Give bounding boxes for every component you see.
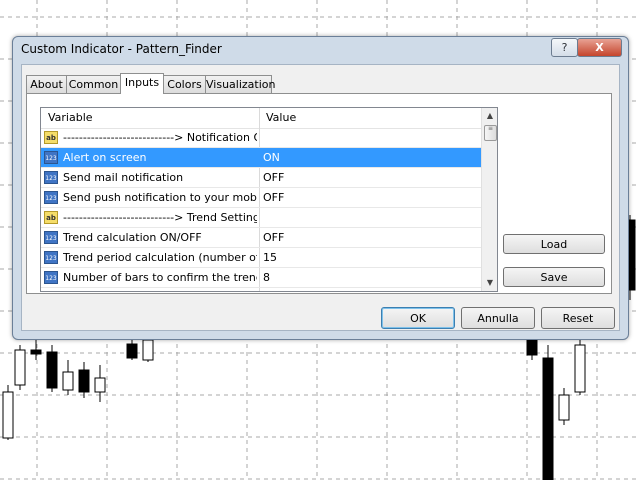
load-button-main[interactable]: Load (503, 234, 605, 254)
table-row[interactable]: 123 Number of bars to confirm the trend … (41, 268, 481, 288)
candle-body (542, 357, 554, 480)
scroll-down-icon[interactable]: ▼ (482, 275, 497, 291)
close-icon: X (595, 41, 604, 54)
candle-body (62, 371, 74, 391)
cancel-button[interactable]: Annulla (461, 307, 535, 329)
numeric-icon: 123 (44, 271, 58, 284)
table-row[interactable]: 123 Trend calculation ON/OFF OFF (41, 228, 481, 248)
inputs-grid: Variable Value ab ----------------------… (40, 107, 498, 292)
variable-value[interactable]: OFF (263, 171, 284, 184)
variable-value[interactable]: ON (263, 151, 280, 164)
table-row[interactable]: ab ----------------------------> Trend S… (41, 208, 481, 228)
variable-value[interactable]: OFF (263, 231, 284, 244)
candle-body (78, 369, 90, 393)
variable-name: ----------------------------> Trend Sett… (63, 211, 257, 224)
variable-name: ----------------------------> Notificati… (63, 131, 257, 144)
candle-body (526, 339, 538, 356)
variable-value[interactable]: 8 (263, 271, 270, 284)
tab-inputs[interactable]: Inputs (120, 73, 164, 94)
numeric-icon: 123 (44, 151, 58, 164)
inputs-panel: Variable Value ab ----------------------… (26, 93, 612, 294)
ok-button[interactable]: OK (381, 307, 455, 329)
tab-visualization[interactable]: Visualization (205, 75, 275, 93)
grid-header: Variable Value (41, 108, 481, 129)
candle-body (46, 351, 58, 389)
ab-icon: ab (44, 131, 58, 144)
numeric-icon: 123 (44, 231, 58, 244)
numeric-icon: 123 (44, 251, 58, 264)
candle-body (142, 339, 154, 361)
candle-body (2, 391, 14, 439)
tab-common[interactable]: Common (66, 75, 121, 93)
close-button[interactable]: X (577, 38, 622, 57)
tab-about[interactable]: About (26, 75, 67, 93)
ab-icon: ab (44, 211, 58, 224)
window-title: Custom Indicator - Pattern_Finder (21, 42, 222, 56)
table-row[interactable]: 123 Send mail notification OFF (41, 168, 481, 188)
candle-body (558, 394, 570, 421)
numeric-icon: 123 (44, 171, 58, 184)
help-icon: ? (561, 41, 568, 54)
table-row[interactable]: 123 Trend period calculation (number of … (41, 248, 481, 268)
candle-body (94, 377, 106, 393)
vertical-scrollbar[interactable]: ▲ ≡ ▼ (481, 108, 497, 291)
custom-indicator-dialog: Custom Indicator - Pattern_Finder ? X Ab… (12, 36, 629, 340)
help-button[interactable]: ? (551, 38, 578, 57)
title-bar[interactable]: Custom Indicator - Pattern_Finder ? X (13, 37, 628, 61)
candle-body (30, 349, 42, 355)
candle-body (14, 349, 26, 386)
reset-button[interactable]: Reset (541, 307, 615, 329)
numeric-icon: 123 (44, 191, 58, 204)
variable-name: Send mail notification (63, 171, 184, 184)
scroll-up-icon[interactable]: ▲ (482, 108, 497, 124)
variable-name: Trend calculation ON/OFF (63, 231, 202, 244)
variable-name: Trend period calculation (number of bars… (63, 251, 257, 264)
scroll-thumb[interactable]: ≡ (484, 125, 497, 141)
table-row[interactable]: 123 Send push notification to your mobil… (41, 188, 481, 208)
variable-name: Alert on screen (63, 151, 147, 164)
candle-body (574, 344, 586, 393)
dialog-content: About Common Inputs Colors Visualization… (21, 64, 620, 331)
variable-name: Send push notification to your mobile (63, 191, 257, 204)
column-header-variable[interactable]: Variable (48, 111, 93, 124)
variable-name: Number of bars to confirm the trend bef.… (63, 271, 257, 284)
candle-body (126, 343, 138, 359)
variable-value[interactable]: OFF (263, 191, 284, 204)
tab-colors[interactable]: Colors (163, 75, 206, 93)
variable-value[interactable]: 15 (263, 251, 277, 264)
column-header-value[interactable]: Value (266, 111, 296, 124)
save-button[interactable]: Save (503, 267, 605, 287)
table-row[interactable]: ab ----------------------------> Notific… (41, 128, 481, 148)
table-row[interactable]: 123 Alert on screen ON (41, 148, 481, 168)
